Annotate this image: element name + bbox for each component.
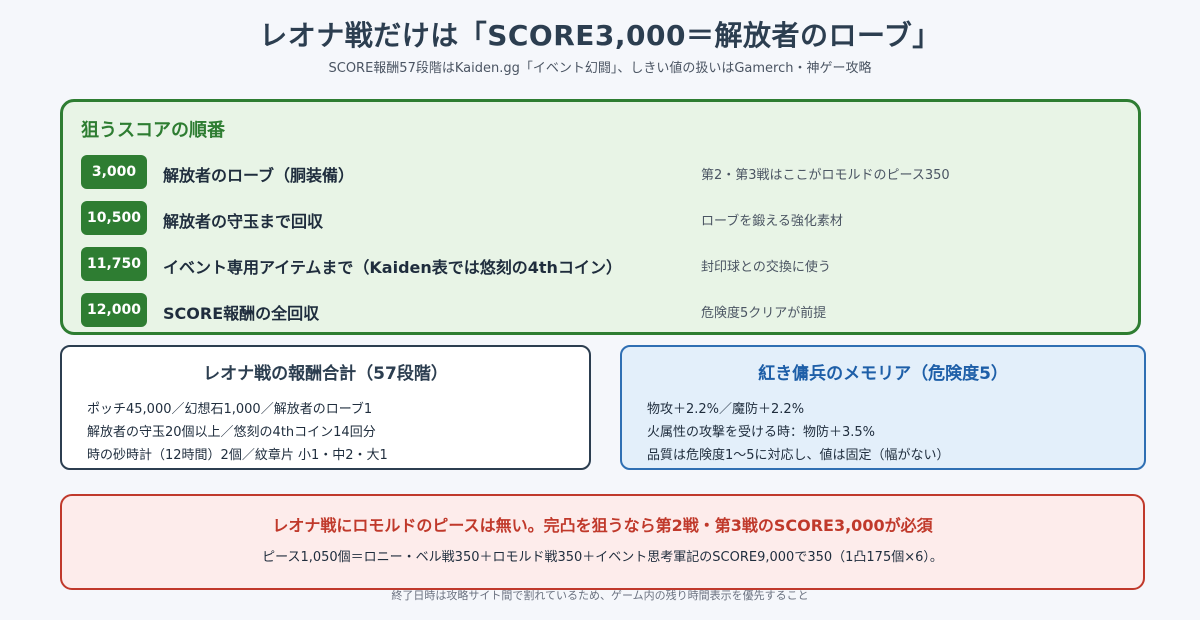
warning-panel: レオナ戦にロモルドのピースは無い。完凸を狙うなら第2戦・第3戦のSCORE3,0… [60, 494, 1145, 590]
score-targets-panel: 狙うスコアの順番 3,000 解放者のローブ（胴装備） 第2・第3戦はここがロモ… [60, 99, 1141, 335]
score-label: 解放者の守玉まで回収 [163, 212, 324, 231]
memoria-line: 品質は危険度1〜5に対応し、値は固定（幅がない） [647, 448, 950, 463]
rewards-line: ポッチ45,000／幻想石1,000／解放者のローブ1 [87, 402, 373, 417]
memoria-panel: 紅き傭兵のメモリア（危険度5） 物攻＋2.2%／魔防＋2.2% 火属性の攻撃を受… [620, 345, 1146, 470]
score-badge: 10,500 [81, 201, 147, 235]
rewards-line: 時の砂時計（12時間）2個／紋章片 小1・中2・大1 [87, 448, 388, 463]
score-row: 12,000 SCORE報酬の全回収 危険度5クリアが前提 [81, 293, 1121, 329]
score-note: ローブを鍛える強化素材 [701, 214, 843, 229]
page-title: レオナ戦だけは「SCORE3,000＝解放者のローブ」 [259, 19, 941, 52]
footnote: 終了日時は攻略サイト間で割れているため、ゲーム内の残り時間表示を優先すること [391, 589, 809, 602]
rewards-total-heading: レオナ戦の報酬合計（57段階） [203, 364, 448, 384]
rewards-line: 解放者の守玉20個以上／悠刻の4thコイン14回分 [87, 425, 376, 440]
score-note: 第2・第3戦はここがロモルドのピース350 [701, 168, 950, 183]
score-row: 10,500 解放者の守玉まで回収 ローブを鍛える強化素材 [81, 201, 1121, 237]
score-targets-heading: 狙うスコアの順番 [81, 120, 225, 141]
rewards-total-panel: レオナ戦の報酬合計（57段階） ポッチ45,000／幻想石1,000／解放者のロ… [60, 345, 591, 470]
memoria-line: 火属性の攻撃を受ける時：物防＋3.5% [647, 425, 876, 440]
score-note: 封印球との交換に使う [701, 260, 831, 275]
memoria-heading: 紅き傭兵のメモリア（危険度5） [758, 364, 1008, 384]
score-badge: 3,000 [81, 155, 147, 189]
score-label: SCORE報酬の全回収 [163, 304, 320, 323]
score-label: 解放者のローブ（胴装備） [163, 166, 355, 185]
warning-body: ピース1,050個＝ロニー・ベル戦350＋ロモルド戦350＋イベント思考軍記のS… [262, 550, 943, 565]
page-subtitle: SCORE報酬57段階はKaiden.gg「イベント幻闘」、しきい値の扱いはGa… [328, 61, 872, 76]
score-badge: 11,750 [81, 247, 147, 281]
score-note: 危険度5クリアが前提 [701, 306, 827, 321]
score-label: イベント専用アイテムまで（Kaiden表では悠刻の4thコイン） [163, 258, 622, 277]
score-row: 11,750 イベント専用アイテムまで（Kaiden表では悠刻の4thコイン） … [81, 247, 1121, 283]
memoria-line: 物攻＋2.2%／魔防＋2.2% [647, 402, 805, 417]
score-row: 3,000 解放者のローブ（胴装備） 第2・第3戦はここがロモルドのピース350 [81, 155, 1121, 191]
warning-heading: レオナ戦にロモルドのピースは無い。完凸を狙うなら第2戦・第3戦のSCORE3,0… [272, 516, 933, 535]
score-badge: 12,000 [81, 293, 147, 327]
